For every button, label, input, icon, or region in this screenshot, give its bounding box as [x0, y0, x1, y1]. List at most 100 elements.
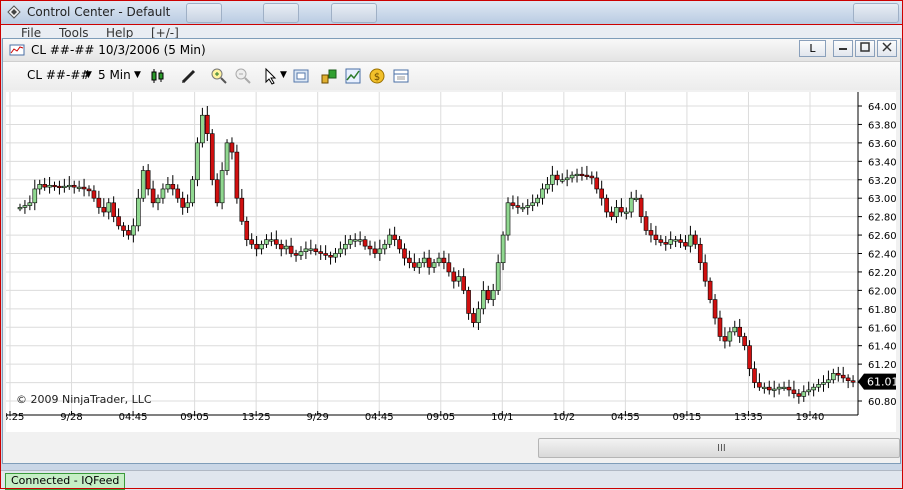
candle [436, 257, 442, 264]
candle [37, 184, 43, 190]
horizontal-scrollbar[interactable]: III [538, 438, 900, 458]
candle [328, 255, 333, 258]
candle [140, 170, 146, 199]
window-controls[interactable] [853, 3, 899, 23]
scrollbar-grip[interactable]: III [717, 443, 726, 454]
candle [333, 253, 338, 258]
candle [451, 271, 457, 282]
x-tick-label: 10/2 [553, 412, 575, 423]
candle [165, 184, 171, 190]
indicators-icon[interactable] [320, 67, 338, 85]
candle [185, 202, 190, 208]
data-box-icon[interactable] [392, 67, 410, 85]
candle [170, 184, 176, 190]
y-tick-label: 62.20 [868, 268, 896, 279]
candle [816, 384, 821, 388]
candle [407, 257, 412, 264]
candle [609, 211, 614, 217]
link-button[interactable]: L [799, 40, 826, 57]
candle [757, 382, 762, 388]
candle [313, 248, 319, 252]
market-data-icon[interactable]: $ [368, 67, 386, 85]
last-price-label: 61.01 [867, 376, 896, 389]
candle [17, 207, 23, 210]
candle [91, 190, 97, 199]
candle [762, 386, 767, 389]
toolbar-shortcut-3[interactable] [331, 3, 377, 23]
snapshot-icon[interactable] [292, 67, 310, 85]
y-tick-label: 60.80 [868, 397, 896, 408]
candle [71, 184, 77, 188]
y-tick-label: 62.40 [868, 250, 896, 261]
candle [737, 326, 742, 337]
toolbar-shortcut-2[interactable] [263, 3, 299, 23]
pointer-icon[interactable] [262, 67, 280, 85]
candle [421, 257, 427, 264]
x-tick-label: 04:55 [611, 412, 640, 423]
zoom-in-icon[interactable] [210, 67, 228, 85]
candle [702, 262, 708, 282]
candle [781, 386, 787, 389]
candle [303, 248, 309, 252]
price-chart[interactable]: 64.00 63.80 63.60 63.40 63.20 63.00 62.80 62.60… [0, 92, 899, 432]
x-tick-label: 13:35 [734, 412, 763, 423]
candle [377, 248, 383, 254]
strategies-icon[interactable] [344, 67, 362, 85]
chart-window-title-bar: CL ##-## 10/3/2006 (5 Min) L [3, 39, 900, 62]
candle [456, 276, 462, 282]
candle [545, 184, 550, 190]
candle [150, 188, 156, 204]
candle [476, 308, 481, 323]
candle [195, 142, 200, 181]
candle [505, 202, 511, 236]
candle [372, 248, 378, 254]
zoom-out-icon[interactable] [234, 67, 252, 85]
close-button[interactable] [877, 40, 897, 57]
candle [431, 262, 437, 268]
candle [466, 290, 471, 314]
maximize-button[interactable] [855, 40, 875, 57]
drawing-pencil-icon[interactable] [180, 67, 198, 85]
candle [510, 202, 516, 206]
candle [32, 188, 38, 204]
candle [722, 336, 728, 342]
instrument-selector[interactable]: CL ##-## [27, 68, 90, 82]
candle [283, 245, 289, 250]
candle [259, 243, 264, 250]
candle [786, 386, 792, 391]
x-tick-label: 09:15 [673, 412, 702, 423]
candle [357, 239, 363, 242]
interval-dropdown-icon[interactable]: ▼ [134, 70, 141, 80]
candle [574, 173, 580, 177]
y-tick-label: 62.60 [868, 231, 896, 242]
candle [293, 253, 299, 256]
candle [776, 386, 782, 390]
candle [564, 177, 570, 181]
candle [278, 243, 284, 250]
candle [387, 234, 393, 245]
candle [264, 239, 269, 245]
candle [520, 207, 526, 210]
interval-selector[interactable]: 5 Min [98, 68, 131, 82]
instrument-dropdown-icon[interactable]: ▼ [85, 70, 92, 80]
candle [288, 245, 294, 254]
candle [826, 379, 831, 383]
price-chart-svg: 64.00 63.80 63.60 63.40 63.20 63.00 62.80 62.60… [0, 92, 899, 423]
candle [589, 175, 595, 179]
candle [343, 243, 348, 250]
toolbar-shortcut-1[interactable] [186, 3, 222, 23]
candle [673, 239, 678, 242]
x-tick-label: 9/29 [306, 412, 328, 423]
candle [205, 114, 210, 134]
minimize-button[interactable] [833, 40, 853, 57]
candle [594, 177, 600, 190]
candle [190, 179, 195, 204]
x-tick-label: 09:05 [426, 412, 455, 423]
candle [224, 142, 230, 171]
x-tick-label: 13:25 [242, 412, 271, 423]
candle [811, 386, 816, 391]
pointer-dropdown-icon[interactable]: ▼ [280, 70, 287, 80]
candle [540, 188, 545, 199]
bars-type-icon[interactable] [150, 67, 168, 85]
candle [52, 184, 57, 188]
